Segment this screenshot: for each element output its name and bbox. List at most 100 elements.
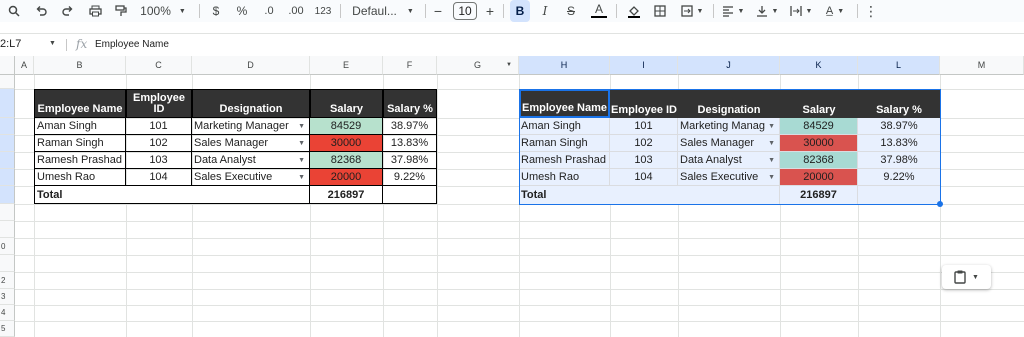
name-box[interactable]: 2:L7 (0, 38, 21, 50)
table-cell[interactable]: 101 (610, 118, 678, 135)
table-cell[interactable]: Raman Singh (519, 135, 610, 152)
print-icon[interactable] (87, 0, 103, 22)
paint-format-icon[interactable] (113, 0, 129, 22)
column-header-g[interactable]: G ▼ (437, 56, 519, 75)
text-color-button[interactable]: A (591, 2, 607, 18)
table-header-cell[interactable]: Employee ID (126, 89, 192, 118)
font-size-field[interactable]: 10 (452, 0, 478, 22)
table-cell[interactable]: 102 (126, 135, 192, 152)
table-cell[interactable]: 9.22% (383, 169, 437, 186)
percent-format-button[interactable]: % (234, 0, 250, 22)
table-cell[interactable]: 103 (126, 152, 192, 169)
table-cell[interactable]: 9.22% (858, 169, 940, 186)
column-header-l[interactable]: L (858, 56, 940, 75)
chevron-down-icon[interactable]: ▼ (298, 174, 305, 181)
row-header[interactable] (0, 75, 15, 89)
salary-cell[interactable]: 82368 (780, 152, 858, 169)
table-cell[interactable]: Aman Singh (519, 118, 610, 135)
row-header[interactable] (0, 221, 15, 238)
column-header-b[interactable]: B (34, 56, 126, 75)
dropdown-cell[interactable]: Sales Manager ▼ (678, 135, 780, 152)
search-icon[interactable] (6, 0, 22, 22)
table-cell[interactable]: 103 (610, 152, 678, 169)
text-rotate-icon[interactable]: A̲ ▼ (822, 0, 848, 22)
chevron-down-icon[interactable]: ▼ (506, 62, 512, 68)
font-size-decrease-button[interactable]: − (430, 0, 446, 22)
salary-cell[interactable]: 30000 (310, 135, 383, 152)
table-cell[interactable]: Umesh Rao (34, 169, 126, 186)
total-label-cell[interactable]: Total (34, 186, 310, 204)
zoom-select[interactable]: 100% ▼ (140, 0, 186, 22)
column-header-c[interactable]: C (126, 56, 192, 75)
table-header-cell[interactable]: Salary % (858, 89, 940, 118)
table-cell[interactable]: Ramesh Prashad (34, 152, 126, 169)
table-header-cell[interactable]: Employee Name (34, 89, 126, 118)
dropdown-cell[interactable]: Marketing Manager ▼ (192, 118, 310, 135)
table-cell[interactable]: 37.98% (858, 152, 940, 169)
dropdown-cell[interactable]: Data Analyst ▼ (192, 152, 310, 169)
table-cell[interactable]: 104 (610, 169, 678, 186)
table-cell[interactable]: 37.98% (383, 152, 437, 169)
valign-bottom-icon[interactable]: ▼ (754, 0, 780, 22)
dropdown-cell[interactable]: Sales Manager ▼ (192, 135, 310, 152)
table-header-cell[interactable]: Employee ID (610, 89, 678, 118)
fill-color-icon[interactable] (625, 0, 643, 22)
row-header[interactable] (0, 135, 15, 152)
decrease-decimal-button[interactable]: .0 (258, 0, 280, 22)
total-label-cell[interactable]: Total (519, 186, 780, 204)
dropdown-cell[interactable]: Sales Executive ▼ (192, 169, 310, 186)
formula-input[interactable]: Employee Name (95, 39, 169, 50)
column-header-i[interactable]: I (610, 56, 678, 75)
strikethrough-button[interactable]: S (563, 0, 579, 22)
table-cell[interactable]: 38.97% (858, 118, 940, 135)
chevron-down-icon[interactable]: ▼ (298, 140, 305, 147)
column-header-k[interactable]: K (780, 56, 858, 75)
table-cell[interactable]: 104 (126, 169, 192, 186)
table-cell[interactable]: 102 (610, 135, 678, 152)
salary-cell[interactable]: 20000 (780, 169, 858, 186)
increase-decimal-button[interactable]: .00 (284, 0, 308, 22)
row-header[interactable] (0, 186, 15, 204)
spreadsheet-grid[interactable]: A B C D E F G ▼ H I J K L M 0 2 3 4 5 Em… (0, 56, 1024, 337)
currency-format-button[interactable]: $ (208, 0, 224, 22)
salary-cell[interactable]: 84529 (780, 118, 858, 135)
number-format-button[interactable]: 123 (312, 0, 334, 22)
total-value-cell[interactable]: 216897 (310, 186, 383, 204)
table-header-cell[interactable]: Salary (310, 89, 383, 118)
row-header[interactable]: 5 (0, 321, 15, 337)
table-cell[interactable]: 13.83% (858, 135, 940, 152)
column-header-m[interactable]: M (940, 56, 1024, 75)
table-cell[interactable]: Aman Singh (34, 118, 126, 135)
text-wrap-icon[interactable]: ▼ (788, 0, 814, 22)
column-header-a[interactable]: A (15, 56, 34, 75)
bold-button[interactable]: B (510, 0, 530, 22)
table-cell[interactable] (383, 186, 437, 204)
chevron-down-icon[interactable]: ▼ (298, 123, 305, 130)
column-header-f[interactable]: F (383, 56, 437, 75)
column-header-j[interactable]: J (678, 56, 780, 75)
total-value-cell[interactable]: 216897 (780, 186, 858, 204)
row-header[interactable] (0, 255, 15, 272)
table-cell[interactable]: 101 (126, 118, 192, 135)
salary-cell[interactable]: 84529 (310, 118, 383, 135)
merge-cells-icon[interactable]: ▼ (678, 0, 706, 22)
column-header-h[interactable]: H (519, 56, 610, 75)
column-header-e[interactable]: E (310, 56, 383, 75)
table-cell[interactable]: Ramesh Prashad (519, 152, 610, 169)
row-header[interactable]: 4 (0, 305, 15, 321)
undo-icon[interactable] (33, 0, 49, 22)
row-header[interactable] (0, 169, 15, 186)
table-header-cell[interactable]: Designation (678, 89, 780, 118)
table-header-cell[interactable]: Salary (780, 89, 858, 118)
salary-cell[interactable]: 20000 (310, 169, 383, 186)
font-family-select[interactable]: Defaul... ▼ (350, 0, 416, 22)
chevron-down-icon[interactable]: ▼ (766, 123, 775, 130)
redo-icon[interactable] (60, 0, 76, 22)
salary-cell[interactable]: 30000 (780, 135, 858, 152)
table-cell[interactable]: Umesh Rao (519, 169, 610, 186)
column-header-d[interactable]: D (192, 56, 310, 75)
chevron-down-icon[interactable]: ▼ (768, 174, 775, 181)
select-all-corner[interactable] (0, 56, 15, 75)
paste-options-button[interactable]: ▼ (942, 265, 991, 289)
row-header[interactable] (0, 152, 15, 169)
